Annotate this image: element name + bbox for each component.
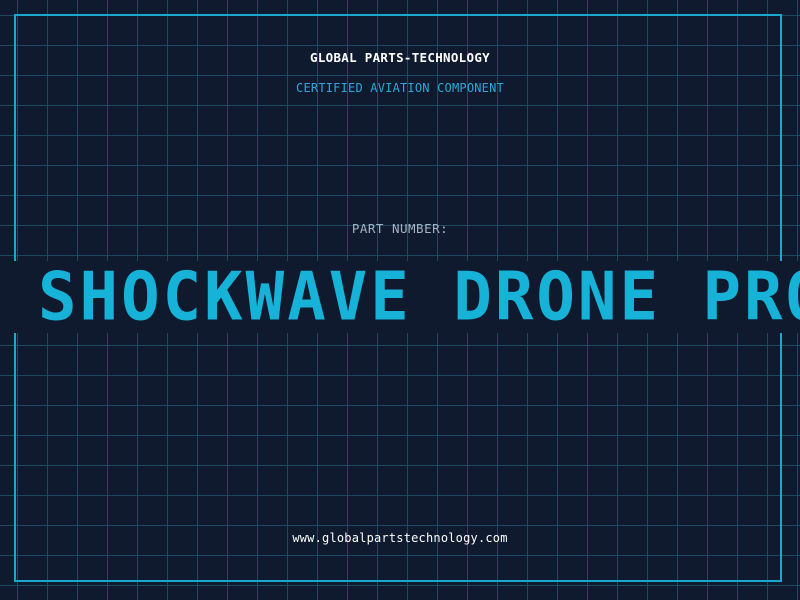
- part-name-banner: SHOCKWAVE DRONE PROPELLER: [0, 261, 800, 333]
- website-url: www.globalpartstechnology.com: [292, 531, 508, 545]
- part-number-label: PART NUMBER:: [351, 221, 449, 236]
- brand-tagline: CERTIFIED AVIATION COMPONENT: [296, 81, 504, 95]
- part-name: SHOCKWAVE DRONE PROPELLER: [38, 261, 800, 333]
- label-canvas: GLOBAL PARTS-TECHNOLOGY CERTIFIED AVIATI…: [0, 0, 800, 600]
- brand-name: GLOBAL PARTS-TECHNOLOGY: [310, 50, 490, 65]
